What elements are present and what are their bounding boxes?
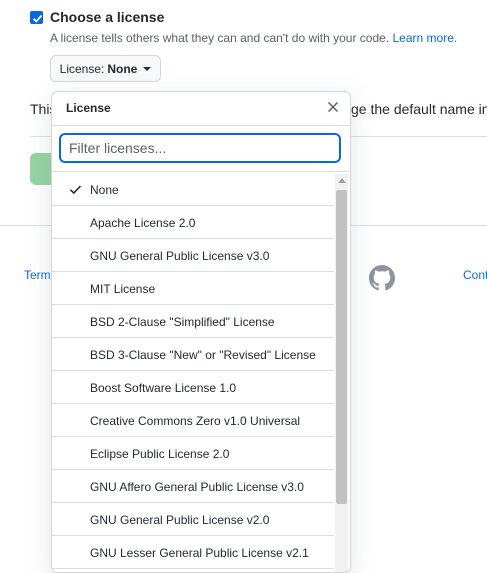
caret-down-icon: [143, 66, 152, 71]
license-option-label: Eclipse Public License 2.0: [90, 447, 230, 461]
license-option-label: GNU Affero General Public License v3.0: [90, 480, 304, 494]
license-option-label: Apache License 2.0: [90, 216, 196, 230]
license-list: None Apache License 2.0 GNU General Public…: [52, 173, 334, 569]
license-option[interactable]: GNU Lesser General Public License v2.1: [52, 536, 334, 569]
license-option[interactable]: MIT License: [52, 272, 334, 305]
license-option-label: BSD 2-Clause "Simplified" License: [90, 315, 275, 329]
scroll-up-arrow-icon[interactable]: [338, 178, 346, 183]
license-option-label: GNU General Public License v2.0: [90, 513, 270, 527]
filter-divider: [52, 171, 350, 172]
checkmark-icon: [32, 14, 43, 23]
license-option-label: MIT License: [90, 282, 156, 296]
scrollbar-thumb[interactable]: [336, 190, 347, 504]
check-icon: [69, 185, 82, 195]
license-button-value: None: [107, 61, 138, 76]
license-option[interactable]: BSD 3-Clause "New" or "Revised" License: [52, 338, 334, 371]
footer-terms-link[interactable]: Term: [24, 268, 51, 282]
license-option[interactable]: Boost Software License 1.0: [52, 371, 334, 404]
license-option-label: Creative Commons Zero v1.0 Universal: [90, 414, 301, 428]
license-note-text: A license tells others what they can and…: [50, 31, 390, 45]
license-option-label: Boost Software License 1.0: [90, 381, 237, 395]
github-logo-icon[interactable]: [369, 265, 395, 296]
license-option[interactable]: BSD 2-Clause "Simplified" License: [52, 305, 334, 338]
license-option-label: GNU Lesser General Public License v2.1: [90, 546, 309, 560]
background-text-right: ge the default name in: [351, 101, 487, 117]
license-option[interactable]: GNU General Public License v3.0: [52, 239, 334, 272]
license-button-prefix: License:: [59, 61, 105, 76]
license-option-label: BSD 3-Clause "New" or "Revised" License: [90, 348, 316, 362]
footer-contact-link[interactable]: Cont: [463, 268, 487, 282]
dropdown-header: License: [52, 92, 350, 124]
license-option[interactable]: Creative Commons Zero v1.0 Universal: [52, 404, 334, 437]
license-select-button[interactable]: License: None: [50, 55, 161, 82]
scrollbar[interactable]: [335, 174, 348, 572]
license-option[interactable]: Eclipse Public License 2.0: [52, 437, 334, 470]
filter-licenses-input[interactable]: [59, 133, 341, 163]
license-option-label: GNU General Public License v3.0: [90, 249, 270, 263]
close-icon[interactable]: [324, 98, 342, 116]
filter-wrapper: [52, 126, 350, 170]
license-option[interactable]: GNU Affero General Public License v3.0: [52, 470, 334, 503]
choose-license-label: Choose a license: [50, 9, 165, 25]
dropdown-title: License: [66, 101, 111, 115]
license-option[interactable]: GNU General Public License v2.0: [52, 503, 334, 536]
license-dropdown: License None Apache License 2.0 GNU Genera…: [51, 91, 351, 573]
license-option-label: None: [90, 183, 119, 197]
learn-more-link[interactable]: Learn more.: [393, 31, 458, 45]
license-option[interactable]: Apache License 2.0: [52, 206, 334, 239]
license-option[interactable]: None: [52, 173, 334, 206]
choose-license-checkbox[interactable]: [30, 11, 43, 24]
license-note: A license tells others what they can and…: [50, 31, 457, 45]
